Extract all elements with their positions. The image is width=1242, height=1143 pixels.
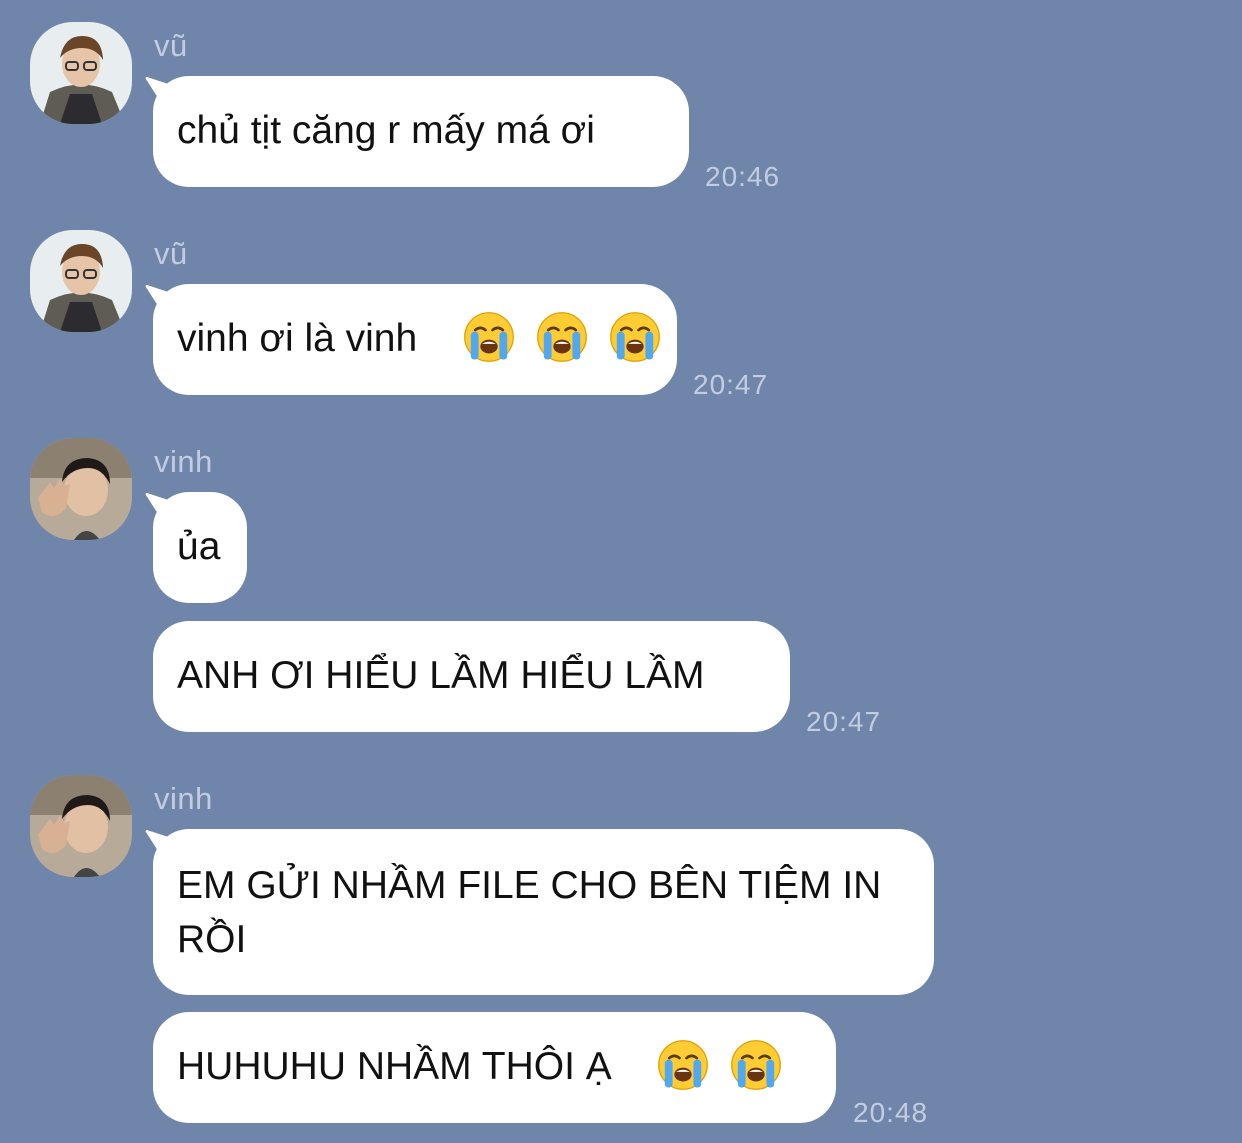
loudly-crying-face-icon [463,311,515,363]
message-bubble[interactable]: EM GỬI NHẦM FILE CHO BÊN TIỆM IN RỒI [153,829,934,995]
vinh-avatar[interactable] [30,438,132,540]
loudly-crying-face-icon [536,311,588,363]
sender-name: vũ [154,236,188,271]
timestamp: 20:46 [705,161,781,192]
message-text: EM GỬI NHẦM FILE CHO BÊN TIỆM IN RỒI [177,864,882,961]
vinh-avatar[interactable] [30,775,132,877]
timestamp: 20:47 [693,369,769,400]
message-text: chủ tịt căng r mấy má ơi [177,109,595,152]
chat-thread: vũ chủ tịt căng r mấy má ơi 20:46 vũ vin… [0,0,1242,1143]
message-text: vinh ơi là vinh [177,317,418,360]
timestamp: 20:48 [853,1097,929,1128]
message-text: ủa [177,525,221,568]
loudly-crying-face-icon [657,1039,709,1091]
message-text: ANH ƠI HIỂU LẦM HIỂU LẦM [177,654,705,697]
message-bubble[interactable]: vinh ơi là vinh [153,284,677,395]
sender-name: vinh [154,444,213,479]
message-bubble[interactable]: HUHUHU NHẦM THÔI Ạ [153,1012,836,1123]
loudly-crying-face-icon [609,311,661,363]
message-bubble[interactable]: ủa [153,492,247,603]
message-bubble[interactable]: ANH ƠI HIỂU LẦM HIỂU LẦM [153,621,790,732]
timestamp: 20:47 [806,706,882,737]
loudly-crying-face-icon [730,1039,782,1091]
sender-name: vinh [154,781,213,816]
message-bubble[interactable]: chủ tịt căng r mấy má ơi [153,76,689,187]
vu-avatar[interactable] [30,22,132,124]
vu-avatar[interactable] [30,230,132,332]
sender-name: vũ [154,28,188,63]
message-text: HUHUHU NHẦM THÔI Ạ [177,1045,612,1088]
